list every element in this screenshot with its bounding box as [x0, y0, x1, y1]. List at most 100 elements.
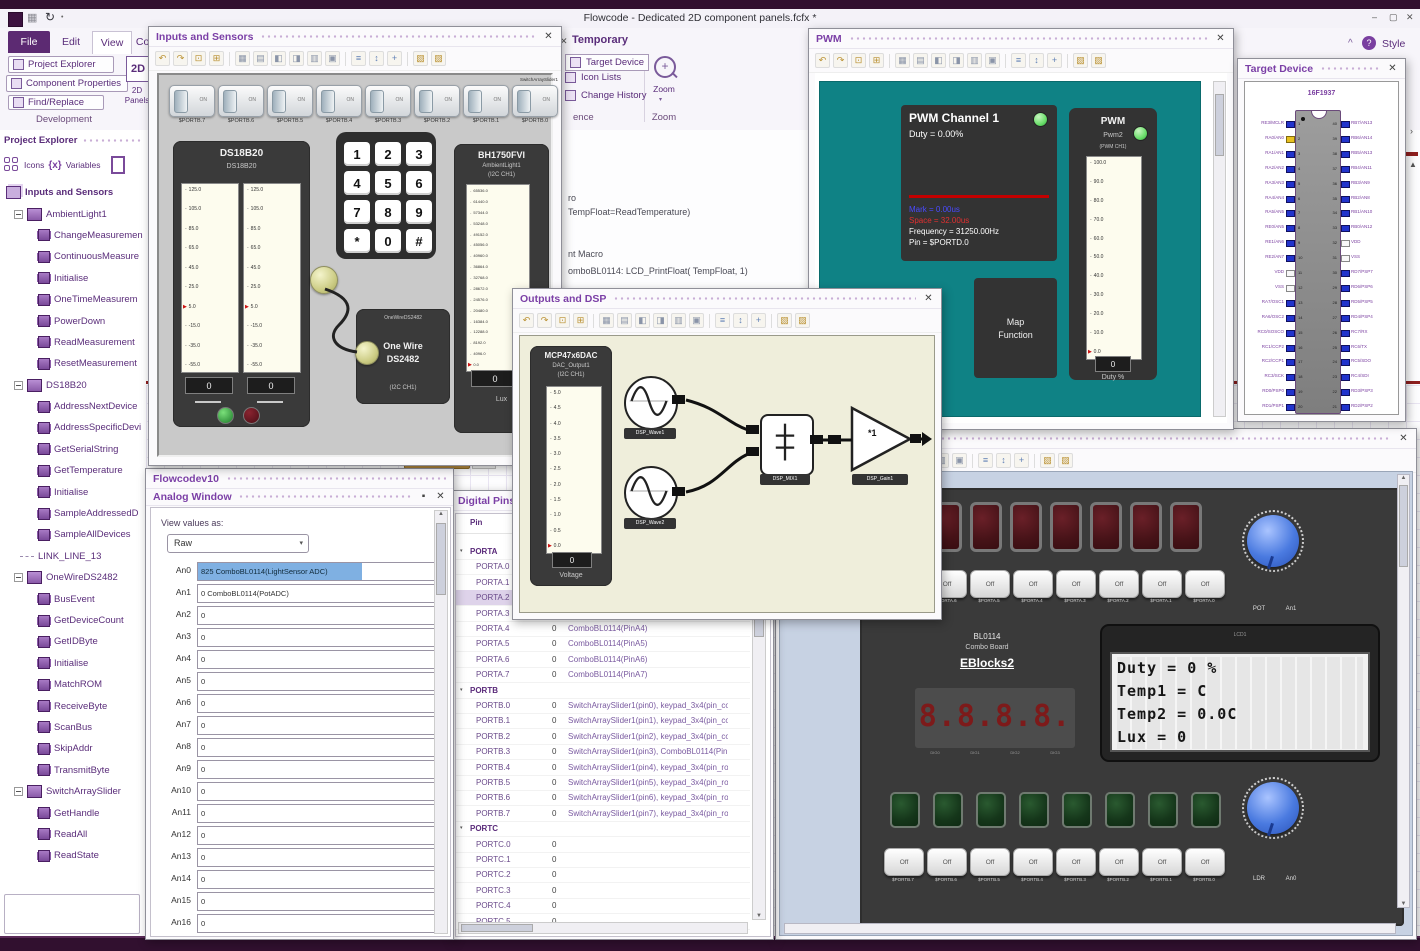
keypad-key-1[interactable]: 1 [344, 142, 370, 166]
view-option-1[interactable]: Icon Lists [565, 72, 621, 83]
variables-icon[interactable]: {x} [48, 160, 61, 171]
pin-square-left-15[interactable] [1286, 329, 1295, 337]
tree-item-link-line-13[interactable]: LINK_LINE_13 [0, 546, 146, 567]
toolbar-icon-10[interactable]: ≡ [715, 313, 730, 328]
toolbar-icon-13[interactable]: ▧ [777, 313, 792, 328]
toolbar-icon-6[interactable]: ◧ [635, 313, 650, 328]
close-button[interactable]: ✕ [1406, 12, 1414, 23]
project-explorer-button[interactable]: Project Explorer [8, 56, 114, 73]
onewire-connector-b[interactable] [355, 341, 379, 365]
pin-square-right-30[interactable] [1341, 270, 1350, 277]
toolbar-icon-4[interactable]: ▦ [235, 51, 250, 66]
toolbar-icon-12[interactable]: + [751, 313, 766, 328]
scroll-up-icon[interactable]: ▲ [1409, 160, 1417, 169]
toolbar-icon-1[interactable]: ↷ [537, 313, 552, 328]
close-icon[interactable]: ✕ [435, 491, 446, 502]
pin-square-right-22[interactable] [1341, 389, 1350, 397]
analog-value-field[interactable]: 0 [197, 738, 436, 757]
switch-lever[interactable] [419, 90, 433, 113]
tree-item-samplealldevices[interactable]: SampleAllDevices [0, 524, 146, 545]
pin-square-left-3[interactable] [1286, 150, 1295, 158]
toggle-switch-$PORTB.3[interactable]: ON [365, 85, 411, 117]
toolbar-icon-2[interactable]: ⊡ [555, 313, 570, 328]
analog-value-field[interactable]: 0 [197, 804, 436, 823]
digital-row-PORTB.2[interactable]: PORTB.2 0 SwitchArraySlider1(pin2), keypad… [456, 729, 750, 745]
scroll-down-icon[interactable]: ▼ [753, 913, 765, 919]
tree-item-matchrom[interactable]: MatchROM [0, 674, 146, 695]
digital-row-PORTB.5[interactable]: PORTB.5 0 SwitchArraySlider1(pin5), keypad… [456, 775, 750, 791]
expander-icon[interactable]: ▾ [460, 544, 463, 559]
digital-row-PORTB.0[interactable]: PORTB.0 0 SwitchArraySlider1(pin0), keypad… [456, 698, 750, 714]
toggle-switch-$PORTB.5[interactable]: ON [267, 85, 313, 117]
toggle-switch-$PORTB.6[interactable]: ON [218, 85, 264, 117]
analog-value-field[interactable]: 0 [197, 606, 436, 625]
tree-item-changemeasuremen[interactable]: ChangeMeasuremen [0, 225, 146, 246]
toolbar-icon-14[interactable]: ▨ [795, 313, 810, 328]
scroll-right-icon[interactable]: › [1410, 126, 1413, 136]
pin-square-right-38[interactable] [1341, 150, 1350, 158]
pot-knob[interactable] [1242, 510, 1304, 572]
push-button-$PORTB.7[interactable]: Off [884, 848, 924, 876]
view-values-dropdown[interactable]: Raw ▾ [167, 534, 309, 553]
tab-file[interactable]: File [8, 31, 50, 53]
flow-window-titlebar[interactable]: Flowcodev10 [146, 469, 453, 489]
toolbar-icon-8[interactable]: ▥ [307, 51, 322, 66]
pwm-window-titlebar[interactable]: PWM ✕ [809, 29, 1233, 49]
toolbar-icon-14[interactable]: ▨ [1091, 53, 1106, 68]
inputs-window-titlebar[interactable]: Inputs and Sensors ✕ [149, 27, 561, 47]
toolbar-icon-12[interactable]: + [1047, 53, 1062, 68]
toolbar-icon-7[interactable]: ◨ [289, 51, 304, 66]
toggle-switch-$PORTB.0[interactable]: ON [512, 85, 558, 117]
analog-value-field[interactable]: 0 [197, 848, 436, 867]
analog-vertical-scrollbar[interactable]: ▲ [434, 510, 448, 934]
digital-row-PORTC.4[interactable]: PORTC.4 0 [456, 898, 750, 915]
toggle-switch-$PORTB.7[interactable]: ON [169, 85, 215, 117]
dsp-wave1-component[interactable] [624, 376, 678, 430]
digital-row-PORTB.6[interactable]: PORTB.6 0 SwitchArraySlider1(pin6), keypad… [456, 790, 750, 807]
temperature-slider-1[interactable]: -125.0 -105.0 -85.0 -65.0 -45.0 -25.0 ▶ -5.0 - -1… [181, 183, 239, 373]
toolbar-icon-6[interactable]: ◧ [931, 53, 946, 68]
pin-square-right-40[interactable] [1341, 121, 1350, 128]
pin-square-left-14[interactable] [1286, 314, 1295, 322]
minimize-button[interactable]: – [1372, 12, 1377, 22]
tree-item-addressnextdevice[interactable]: AddressNextDevice [0, 396, 146, 417]
toolbar-icon-14[interactable]: ▨ [1058, 453, 1073, 468]
toggle-switch-$PORTB.1[interactable]: ON [463, 85, 509, 117]
board-horizontal-scrollbar[interactable] [784, 923, 1396, 934]
zoom-dropdown-caret[interactable]: ▾ [659, 96, 662, 103]
push-button-$PORTB.6[interactable]: Off [927, 848, 967, 876]
map-function-block[interactable]: Map Function [974, 278, 1057, 378]
close-icon[interactable]: ✕ [543, 31, 554, 42]
push-button-$PORTB.0[interactable]: Off [1185, 848, 1225, 876]
digital-row-PORTB.4[interactable]: PORTB.4 0 SwitchArraySlider1(pin4), keypad… [456, 760, 750, 776]
pin-square-left-18[interactable] [1286, 374, 1295, 382]
tree-item-receivebyte[interactable]: ReceiveByte [0, 695, 146, 716]
expander-icon[interactable]: ▾ [460, 683, 463, 698]
toolbar-icon-0[interactable]: ↶ [815, 53, 830, 68]
pin-square-left-17[interactable] [1286, 359, 1295, 367]
tree-item-continuousmeasure[interactable]: ContinuousMeasure [0, 246, 146, 267]
tree-item-skipaddr[interactable]: SkipAddr [0, 738, 146, 759]
variables-label[interactable]: Variables [66, 160, 101, 170]
ldr-knob[interactable] [1242, 777, 1304, 839]
digital-row-PORTC.0[interactable]: PORTC.0 0 [456, 837, 750, 853]
toolbar-icon-3[interactable]: ⊞ [869, 53, 884, 68]
toolbar-icon-1[interactable]: ↷ [173, 51, 188, 66]
tree-item-onewireds2482[interactable]: OneWireDS2482 [0, 567, 146, 588]
push-button-$PORTB.5[interactable]: Off [970, 848, 1010, 876]
digital-row-PORTB[interactable]: ▾ PORTB [456, 683, 750, 699]
switch-lever[interactable] [174, 90, 188, 113]
analog-value-field[interactable]: 0 ComboBL0114(PotADC) [197, 584, 436, 603]
view-option-2[interactable]: Change History [565, 90, 646, 101]
toggle-switch-$PORTB.4[interactable]: ON [316, 85, 362, 117]
project-explorer-title[interactable]: Project Explorer [4, 133, 142, 147]
digital-horizontal-scrollbar[interactable] [458, 922, 748, 934]
scroll-up-icon[interactable]: ▲ [1398, 475, 1409, 481]
toolbar-icon-3[interactable]: ⊞ [573, 313, 588, 328]
undo-icon[interactable]: ↻ [45, 10, 55, 24]
tree-expander[interactable] [14, 380, 23, 390]
find-replace-button[interactable]: Find/Replace [8, 95, 104, 110]
pin-square-left-11[interactable] [1286, 270, 1295, 277]
pin-square-left-8[interactable] [1286, 225, 1295, 233]
pin-square-right-23[interactable] [1341, 374, 1350, 382]
